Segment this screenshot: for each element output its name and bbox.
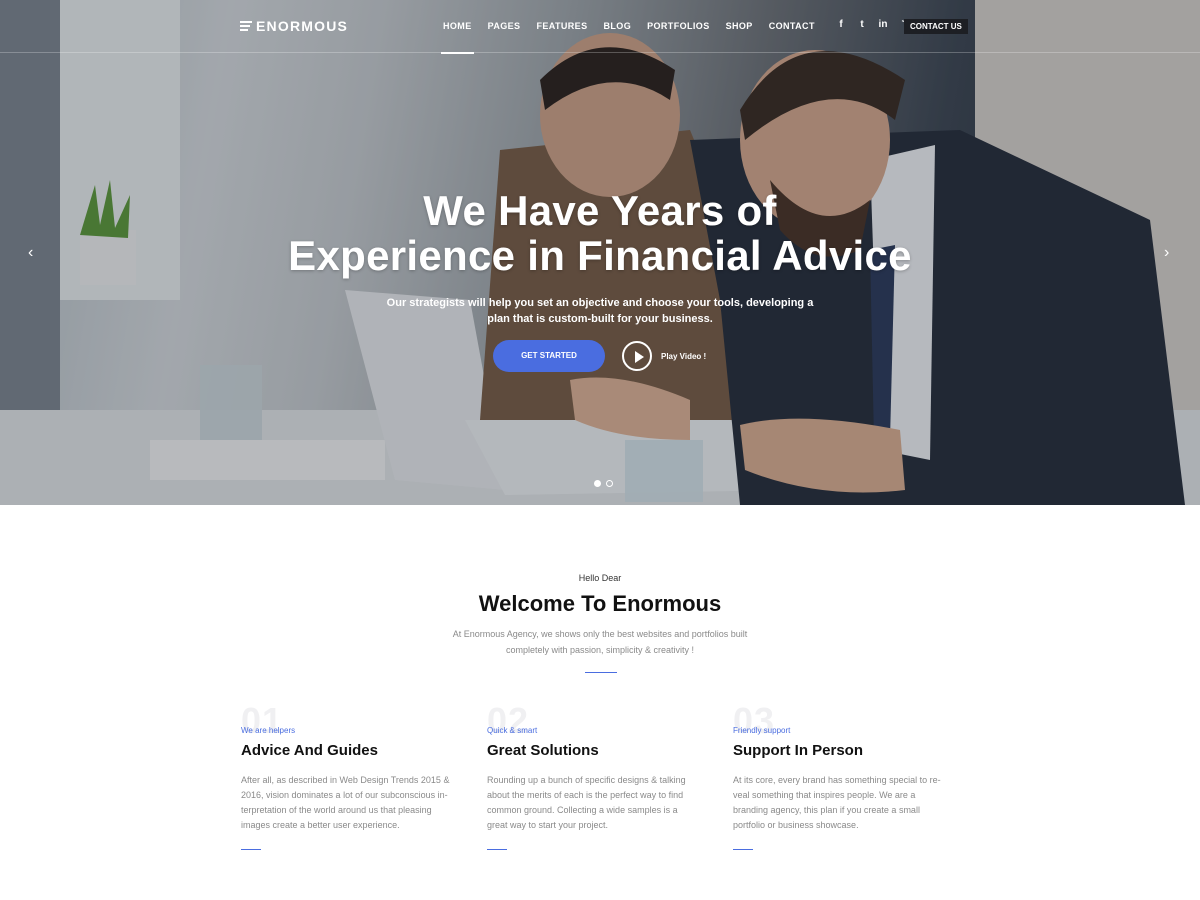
feature-text: After all, as described in Web Design Tr…: [241, 773, 473, 833]
top-navbar: ENORMOUS HOME PAGES FEATURES BLOG PORTFO…: [0, 0, 1200, 54]
get-started-button[interactable]: GET STARTED: [493, 340, 605, 372]
contact-us-button[interactable]: CONTACT US: [904, 19, 968, 34]
welcome-section: Hello Dear Welcome To Enormous At Enormo…: [0, 505, 1200, 900]
welcome-description: At Enormous Agency, we shows only the be…: [0, 626, 1200, 658]
facebook-icon[interactable]: f: [836, 19, 846, 30]
hero-title: We Have Years of Experience in Financial…: [0, 188, 1200, 278]
feature-underline: [733, 849, 753, 850]
nav-item-pages[interactable]: PAGES: [480, 0, 529, 53]
linkedin-icon[interactable]: in: [878, 19, 888, 30]
twitter-icon[interactable]: t: [857, 19, 867, 30]
nav-item-home[interactable]: HOME: [435, 0, 480, 54]
section-divider: [585, 672, 617, 673]
feature-text-line: After all, as described in Web Design Tr…: [241, 775, 450, 785]
hero-slider: ENORMOUS HOME PAGES FEATURES BLOG PORTFO…: [0, 0, 1200, 505]
hero-subtitle-line-2: plan that is custom-built for your busin…: [487, 313, 713, 325]
feature-text-line: At its core, every brand has something s…: [733, 775, 941, 785]
play-icon: [622, 341, 652, 371]
play-video-label: Play Video !: [661, 351, 707, 361]
feature-text-line: veal something that inspires people. We …: [733, 790, 916, 800]
hero-content: We Have Years of Experience in Financial…: [0, 188, 1200, 372]
brand-logo[interactable]: ENORMOUS: [240, 18, 348, 34]
hero-actions: GET STARTED Play Video !: [0, 340, 1200, 372]
welcome-description-line-1: At Enormous Agency, we shows only the be…: [452, 629, 748, 639]
social-links: f t in ◝: [836, 19, 909, 30]
slider-dot-2[interactable]: [606, 480, 613, 487]
nav-item-features[interactable]: FEATURES: [528, 0, 595, 53]
feature-text: Rounding up a bunch of specific designs …: [487, 773, 719, 833]
play-video-button[interactable]: Play Video !: [622, 341, 706, 371]
feature-text-line: terpretation of the world around us that…: [241, 805, 432, 815]
hero-subtitle: Our strategists will help you set an obj…: [385, 295, 815, 327]
nav-item-blog[interactable]: BLOG: [596, 0, 640, 53]
feature-text-line: great way to start your project.: [487, 820, 609, 830]
feature-text-line: images create a better user experience.: [241, 820, 400, 830]
feature-tag: Quick & smart: [487, 726, 538, 735]
nav-item-contact[interactable]: CONTACT: [761, 0, 823, 53]
feature-title: Support In Person: [733, 742, 864, 759]
hero-title-line-1: We Have Years of: [423, 187, 777, 234]
welcome-description-line-2: completely with passion, simplicity & cr…: [505, 645, 695, 655]
nav-item-shop[interactable]: SHOP: [718, 0, 761, 53]
feature-underline: [487, 849, 507, 850]
hero-title-line-2: Experience in Financial Advice: [288, 232, 912, 279]
feature-title: Advice And Guides: [241, 742, 378, 759]
feature-text-line: common ground. Collecting a wide samples…: [487, 805, 678, 815]
welcome-title: Welcome To Enormous: [478, 591, 722, 616]
slider-dots: [594, 480, 613, 487]
feature-tag: Friendly support: [733, 726, 791, 735]
welcome-eyebrow: Hello Dear: [578, 573, 622, 583]
main-nav: HOME PAGES FEATURES BLOG PORTFOLIOS SHOP…: [435, 0, 823, 54]
feature-text-line: 2016, vision dominates a lot of our subc…: [241, 790, 448, 800]
logo-lines-icon: [240, 21, 252, 31]
feature-title: Great Solutions: [487, 742, 599, 759]
hero-subtitle-line-1: Our strategists will help you set an obj…: [386, 297, 814, 309]
slider-dot-1[interactable]: [594, 480, 601, 487]
feature-text-line: portfolio or business showcase.: [733, 820, 859, 830]
brand-name: ENORMOUS: [256, 18, 349, 34]
nav-item-portfolios[interactable]: PORTFOLIOS: [639, 0, 718, 53]
feature-text-line: Rounding up a bunch of specific designs …: [487, 775, 686, 785]
feature-text: At its core, every brand has something s…: [733, 773, 965, 833]
feature-tag: We are helpers: [241, 726, 296, 735]
feature-text-line: about the merits of each is the perfect …: [487, 790, 684, 800]
feature-text-line: branding agency, this plan if you create…: [733, 805, 920, 815]
feature-underline: [241, 849, 261, 850]
